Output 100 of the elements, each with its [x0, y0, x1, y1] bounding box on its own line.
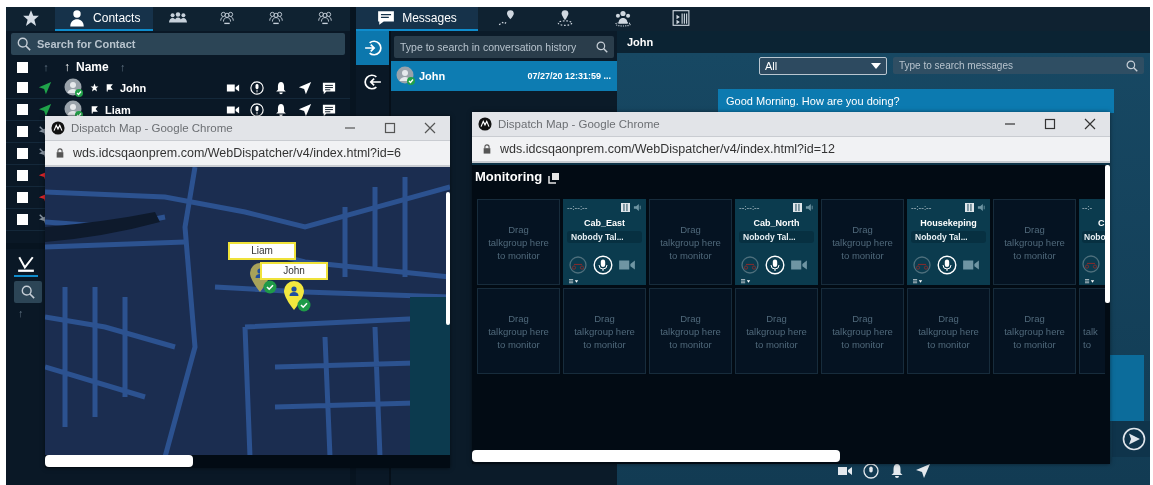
row-checkbox[interactable] — [17, 148, 28, 159]
map-pin-icon[interactable] — [283, 279, 311, 314]
drop-slot[interactable]: Drag talkgroup here to monitor — [735, 288, 818, 374]
talkgroup-name: C — [1098, 218, 1105, 228]
message-icon[interactable] — [322, 80, 336, 95]
conversation-item[interactable]: John 07/27/20 12:31:59 ... — [391, 61, 617, 91]
person-icon — [68, 9, 87, 27]
contact-name[interactable]: John — [120, 81, 147, 94]
row-checkbox[interactable] — [17, 82, 28, 93]
drop-slot[interactable]: Drag talkgroup here to monitor — [649, 199, 732, 285]
grid-icon[interactable] — [965, 203, 974, 212]
sign-in-icon — [363, 39, 382, 57]
speaker-icon[interactable] — [977, 203, 986, 212]
search-field[interactable]: Search for Contact — [11, 33, 345, 55]
drop-hint: Drag talkgroup here to monitor — [918, 311, 979, 351]
chat-title: John — [627, 36, 654, 48]
row-checkbox[interactable] — [17, 214, 28, 225]
search-icon — [1126, 59, 1138, 72]
drop-hint: Drag talkgroup here to monitor — [488, 222, 549, 262]
browser-logo-icon — [51, 120, 65, 135]
search-field[interactable] — [14, 281, 42, 303]
select-all-checkbox[interactable] — [17, 61, 28, 73]
drop-hint: Drag talkgroup here to monitor — [832, 222, 893, 262]
scrollbar[interactable] — [1105, 165, 1110, 303]
tab[interactable]: Messages — [356, 7, 478, 31]
star-icon — [21, 9, 40, 27]
address-bar[interactable]: wds.idcsqaonprem.com/WebDispatcher/v4/index.html?id=6 — [45, 139, 450, 167]
location-arrow-icon[interactable] — [298, 80, 312, 95]
talk-status: Nobody Tal... — [739, 231, 814, 243]
drop-slot[interactable]: Drag talkgroup here to monitor — [821, 288, 904, 374]
speaker-icon[interactable] — [805, 203, 814, 212]
location-arrow-icon[interactable] — [298, 102, 312, 117]
list-dropdown-icon[interactable] — [569, 279, 579, 284]
bell-icon[interactable] — [889, 463, 905, 479]
scrollbar[interactable] — [45, 455, 193, 467]
window-title: Dispatch Map - Google Chrome — [71, 121, 233, 134]
drop-slot[interactable]: Drag talkgroup here to monitor — [563, 288, 646, 374]
grid-icon[interactable] — [621, 203, 630, 212]
scrollbar[interactable] — [472, 450, 840, 462]
talkgroup-tile[interactable]: --:--:-- Housekeping Nobody Tal... — [907, 199, 990, 285]
lock-icon — [482, 144, 492, 154]
list-dropdown-icon[interactable] — [1085, 279, 1095, 284]
search-field[interactable]: Type to search in conversation history — [394, 36, 614, 58]
scrollbar[interactable] — [446, 191, 450, 325]
sort-arrow[interactable]: ↑ — [38, 61, 54, 73]
people-icon — [316, 9, 335, 27]
bell-icon[interactable] — [274, 102, 288, 117]
talk-status: Nobo — [1082, 231, 1105, 243]
sort-arrow[interactable]: ↑ — [114, 61, 131, 73]
talkgroup-tile[interactable]: --:--:-- Cab_East Nobody Tal... — [563, 199, 646, 285]
avatar-icon — [64, 77, 84, 98]
list-dropdown-icon[interactable] — [913, 279, 923, 284]
pop-out-icon[interactable] — [548, 172, 561, 184]
talkgroup-tile[interactable]: --:--:-- Cab_North Nobody Tal... — [735, 199, 818, 285]
row-checkbox[interactable] — [17, 192, 28, 203]
location-arrow-icon[interactable] — [915, 463, 931, 479]
maximize-icon[interactable] — [1044, 118, 1056, 130]
filter-dropdown[interactable]: All — [759, 57, 887, 75]
address-bar[interactable]: wds.idcsqaonprem.com/WebDispatcher/v4/index.html?id=12 — [472, 136, 1110, 163]
bell-icon[interactable] — [274, 80, 288, 95]
drop-hint: Drag talkgroup here to monitor — [746, 311, 807, 351]
talkgroup-tile[interactable]: --:- C Nobo — [1079, 199, 1105, 285]
drop-slot[interactable]: Drag talkgroup here to monitor — [821, 199, 904, 285]
maximize-icon[interactable] — [384, 121, 396, 134]
send-icon[interactable] — [1122, 427, 1146, 451]
close-icon[interactable] — [424, 121, 436, 134]
contact-name[interactable]: Liam — [105, 103, 131, 116]
outgoing-bubble — [1110, 355, 1144, 421]
tab[interactable]: Contacts — [55, 7, 154, 31]
drop-slot[interactable]: Drag talkgroup here to monitor — [993, 199, 1076, 285]
drop-slot[interactable]: Drag talkgroup here to monitor — [477, 199, 560, 285]
timer: --:--:-- — [567, 203, 588, 212]
timer: --:- — [1082, 203, 1093, 212]
column-header[interactable]: Name — [76, 60, 109, 74]
sort-arrow[interactable]: ↑ — [64, 60, 70, 74]
sign-out-icon — [363, 73, 382, 91]
drop-hint: Drag talkgroup here to monitor — [1004, 311, 1065, 351]
message-icon[interactable] — [322, 102, 336, 117]
search-icon — [17, 37, 31, 51]
speaker-icon[interactable] — [633, 203, 642, 212]
row-checkbox[interactable] — [17, 126, 28, 137]
row-checkbox[interactable] — [17, 170, 28, 181]
search-field[interactable]: Type to search messages — [893, 57, 1144, 74]
list-dropdown-icon[interactable] — [741, 279, 751, 284]
drop-slot[interactable]: talk to — [1079, 288, 1105, 374]
people-icon — [614, 9, 632, 27]
talkgroup-name: Cab_North — [753, 218, 800, 228]
drop-slot[interactable]: Drag talkgroup here to monitor — [907, 288, 990, 374]
browser-logo-icon — [478, 117, 492, 131]
drop-slot[interactable]: Drag talkgroup here to monitor — [993, 288, 1076, 374]
drop-slot[interactable]: Drag talkgroup here to monitor — [477, 288, 560, 374]
grid-icon[interactable] — [793, 203, 802, 212]
drop-hint: talk to — [1083, 324, 1098, 351]
microphone-icon[interactable] — [863, 463, 879, 479]
window-title: Dispatch Map - Google Chrome — [498, 118, 660, 130]
search-icon — [596, 41, 608, 53]
close-icon[interactable] — [1084, 118, 1096, 130]
row-checkbox[interactable] — [17, 104, 28, 115]
drop-slot[interactable]: Drag talkgroup here to monitor — [649, 288, 732, 374]
drop-hint: Drag talkgroup here to monitor — [1004, 222, 1065, 262]
